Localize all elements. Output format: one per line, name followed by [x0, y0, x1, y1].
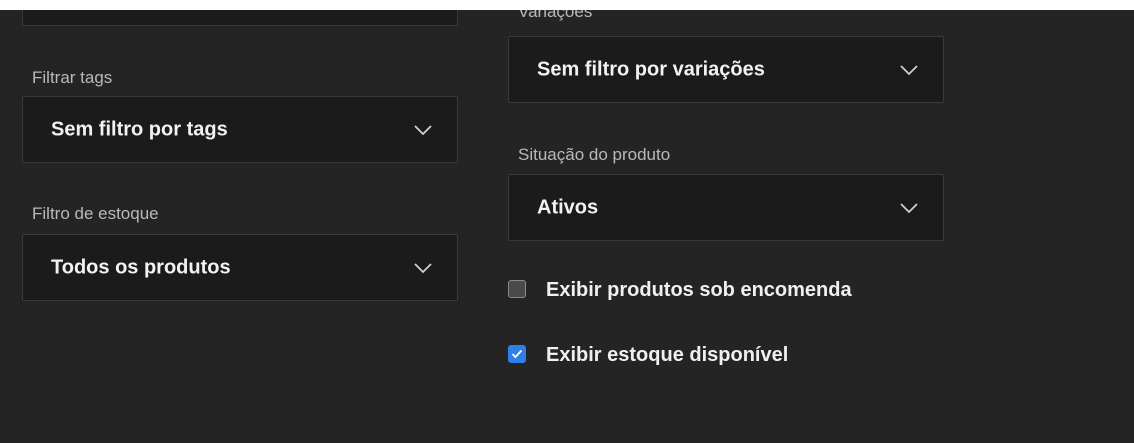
top-select-partial[interactable] [22, 10, 458, 26]
chevron-down-icon [414, 124, 432, 135]
tags-filter-value: Sem filtro por tags [51, 118, 228, 140]
show-on-demand-checkbox[interactable] [508, 280, 526, 298]
product-status-label: Situação do produto [518, 145, 671, 164]
stock-filter-select[interactable]: Todos os produtos [22, 234, 458, 301]
show-on-demand-label: Exibir produtos sob encomenda [546, 279, 852, 301]
tags-filter-label: Filtrar tags [32, 68, 113, 87]
stock-filter-label: Filtro de estoque [32, 204, 159, 223]
show-available-stock-label: Exibir estoque disponível [546, 344, 789, 366]
show-available-stock-checkbox[interactable] [508, 345, 526, 363]
chevron-down-icon [900, 202, 918, 213]
filter-panel: Filtrar tags Sem filtro por tags Filtro … [0, 10, 1134, 443]
product-status-value: Ativos [537, 196, 599, 218]
checkmark-icon [511, 349, 523, 359]
stock-filter-value: Todos os produtos [51, 256, 231, 278]
variations-filter-select[interactable]: Sem filtro por variações [508, 36, 944, 103]
product-status-select[interactable]: Ativos [508, 174, 944, 241]
chevron-down-icon [414, 262, 432, 273]
variations-filter-label: Variações [518, 10, 593, 21]
chevron-down-icon [900, 64, 918, 75]
tags-filter-select[interactable]: Sem filtro por tags [22, 96, 458, 163]
variations-filter-value: Sem filtro por variações [537, 58, 765, 80]
